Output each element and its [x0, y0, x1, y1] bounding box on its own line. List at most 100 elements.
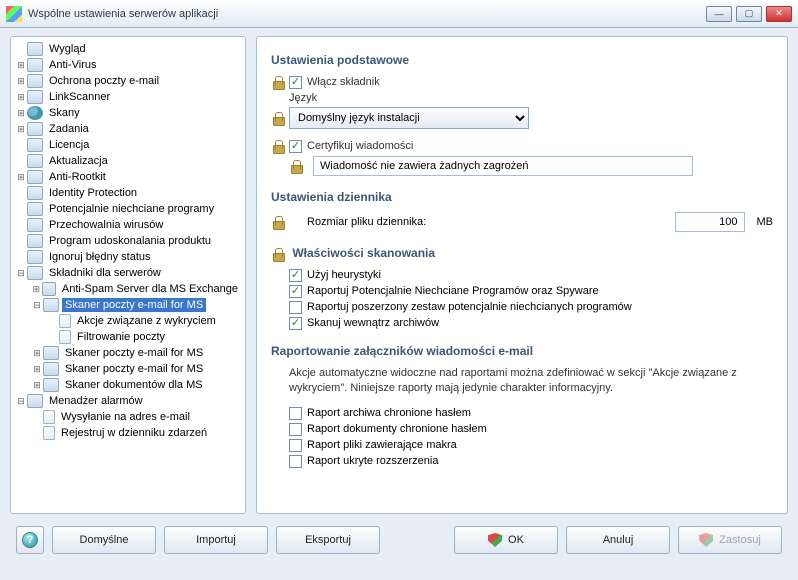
- tree-item[interactable]: ⊞Anti-Virus: [11, 57, 245, 73]
- expand-icon[interactable]: ⊞: [15, 172, 27, 183]
- nav-tree-scroll[interactable]: Wygląd⊞Anti-Virus⊞Ochrona poczty e-mail⊞…: [11, 37, 245, 513]
- tree-item[interactable]: ⊞Zadania: [11, 121, 245, 137]
- tree-item[interactable]: Program udoskonalania produktu: [11, 233, 245, 249]
- tree-item-label: Przechowalnia wirusów: [46, 218, 166, 232]
- tree-item-label: Potencjalnie niechciane programy: [46, 202, 217, 216]
- pup-checkbox[interactable]: ✓: [289, 285, 302, 298]
- folder-icon: [27, 250, 43, 264]
- tree-item[interactable]: Potencjalnie niechciane programy: [11, 201, 245, 217]
- expand-icon[interactable]: ⊞: [15, 108, 27, 119]
- collapse-icon[interactable]: ⊟: [15, 268, 27, 279]
- tree-item[interactable]: ⊟ Skaner poczty e-mail for MS: [11, 297, 245, 313]
- export-button[interactable]: Eksportuj: [276, 526, 380, 554]
- expand-icon[interactable]: ⊞: [15, 60, 27, 71]
- import-button[interactable]: Importuj: [164, 526, 268, 554]
- attach-r2-checkbox[interactable]: [289, 423, 302, 436]
- folder-icon: [27, 186, 43, 200]
- enable-checkbox[interactable]: ✓: [289, 76, 302, 89]
- attach-r3-checkbox[interactable]: [289, 439, 302, 452]
- defaults-button[interactable]: Domyślne: [52, 526, 156, 554]
- language-select[interactable]: Domyślny język instalacji: [289, 107, 529, 129]
- basic-heading: Ustawienia podstawowe: [271, 53, 773, 67]
- lock-icon[interactable]: [271, 75, 285, 89]
- tree-item[interactable]: ⊞Anti-Spam Server dla MS Exchange: [11, 281, 245, 297]
- app-icon: [6, 6, 22, 22]
- attach-r4-checkbox[interactable]: [289, 455, 302, 468]
- tree-item-label: Aktualizacja: [46, 154, 111, 168]
- tree-item[interactable]: Przechowalnia wirusów: [11, 217, 245, 233]
- window-title: Wspólne ustawienia serwerów aplikacji: [28, 8, 706, 20]
- attach-r1-checkbox[interactable]: [289, 407, 302, 420]
- tree-item[interactable]: ⊟ Składniki dla serwerów: [11, 265, 245, 281]
- heuristics-label: Użyj heurystyki: [307, 269, 381, 281]
- shield-icon: [699, 533, 713, 547]
- folder-icon: [27, 138, 43, 152]
- folder-icon: [27, 234, 43, 248]
- tree-item-label: Wygląd: [46, 42, 89, 56]
- tree-item-label: Ochrona poczty e-mail: [46, 74, 162, 88]
- tree-item[interactable]: ⊞ Ochrona poczty e-mail: [11, 73, 245, 89]
- tree-item-label: Licencja: [46, 138, 92, 152]
- folder-icon: [27, 74, 43, 88]
- ext-pup-checkbox[interactable]: [289, 301, 302, 314]
- tree-item[interactable]: Wysyłanie na adres e-mail: [11, 409, 245, 425]
- lock-icon[interactable]: [271, 139, 285, 153]
- tree-item[interactable]: ⊞LinkScanner: [11, 89, 245, 105]
- certify-checkbox[interactable]: ✓: [289, 140, 302, 153]
- tree-item[interactable]: Aktualizacja: [11, 153, 245, 169]
- expand-icon[interactable]: ⊞: [31, 364, 43, 375]
- tree-item[interactable]: ⊞ Skaner dokumentów dla MS: [11, 377, 245, 393]
- certify-text-input[interactable]: [313, 156, 693, 176]
- expand-icon[interactable]: ⊞: [15, 92, 27, 103]
- collapse-icon[interactable]: ⊟: [15, 396, 27, 407]
- nav-tree: Wygląd⊞Anti-Virus⊞Ochrona poczty e-mail⊞…: [11, 37, 245, 445]
- scan-icon: [27, 106, 43, 120]
- lock-icon[interactable]: [271, 247, 285, 261]
- collapse-icon[interactable]: ⊟: [31, 300, 43, 311]
- tree-item[interactable]: Akcje związane z wykryciem: [11, 313, 245, 329]
- attach-heading: Raportowanie załączników wiadomości e-ma…: [271, 344, 773, 358]
- tree-item[interactable]: Wygląd: [11, 41, 245, 57]
- close-button[interactable]: ✕: [766, 6, 792, 22]
- maximize-button[interactable]: ▢: [736, 6, 762, 22]
- tree-item-label: Składniki dla serwerów: [46, 266, 164, 280]
- ok-button[interactable]: OK: [454, 526, 558, 554]
- expand-icon[interactable]: ⊞: [15, 124, 27, 135]
- settings-panel[interactable]: Ustawienia podstawowe ✓ Włącz składnik J…: [256, 36, 788, 514]
- log-size-input[interactable]: [675, 212, 745, 232]
- tree-item[interactable]: Filtrowanie poczty: [11, 329, 245, 345]
- lock-icon[interactable]: [271, 111, 285, 125]
- lock-icon[interactable]: [289, 159, 303, 173]
- certify-label: Certyfikuj wiadomości: [307, 140, 413, 152]
- shield-icon: [488, 533, 502, 547]
- folder-icon: [27, 154, 43, 168]
- folder-icon: [27, 122, 43, 136]
- tree-item[interactable]: Ignoruj błędny status: [11, 249, 245, 265]
- tree-item-label: Skaner poczty e-mail for MS: [62, 298, 206, 312]
- tree-item-label: Skany: [46, 106, 83, 120]
- tree-item[interactable]: Rejestruj w dzienniku zdarzeń: [11, 425, 245, 441]
- expand-icon[interactable]: ⊞: [31, 284, 42, 295]
- tree-item-label: Skaner dokumentów dla MS: [62, 378, 206, 392]
- attach-desc: Akcje automatyczne widoczne nad raportam…: [289, 366, 773, 397]
- expand-icon[interactable]: ⊞: [31, 348, 43, 359]
- tree-item-label: Ignoruj błędny status: [46, 250, 154, 264]
- tree-item[interactable]: ⊞ Skaner poczty e-mail for MS: [11, 361, 245, 377]
- cancel-button[interactable]: Anuluj: [566, 526, 670, 554]
- apply-button[interactable]: Zastosuj: [678, 526, 782, 554]
- help-button[interactable]: ?: [16, 526, 44, 554]
- log-size-unit: MB: [757, 216, 774, 228]
- tree-item[interactable]: Licencja: [11, 137, 245, 153]
- tree-item[interactable]: Identity Protection: [11, 185, 245, 201]
- tree-item-label: Skaner poczty e-mail for MS: [62, 362, 206, 376]
- inside-checkbox[interactable]: ✓: [289, 317, 302, 330]
- tree-item[interactable]: ⊞ Skany: [11, 105, 245, 121]
- expand-icon[interactable]: ⊞: [15, 76, 27, 87]
- lock-icon[interactable]: [271, 215, 285, 229]
- tree-item[interactable]: ⊟Menadżer alarmów: [11, 393, 245, 409]
- tree-item[interactable]: ⊞Skaner poczty e-mail for MS: [11, 345, 245, 361]
- tree-item[interactable]: ⊞Anti-Rootkit: [11, 169, 245, 185]
- expand-icon[interactable]: ⊞: [31, 380, 43, 391]
- minimize-button[interactable]: —: [706, 6, 732, 22]
- heuristics-checkbox[interactable]: ✓: [289, 269, 302, 282]
